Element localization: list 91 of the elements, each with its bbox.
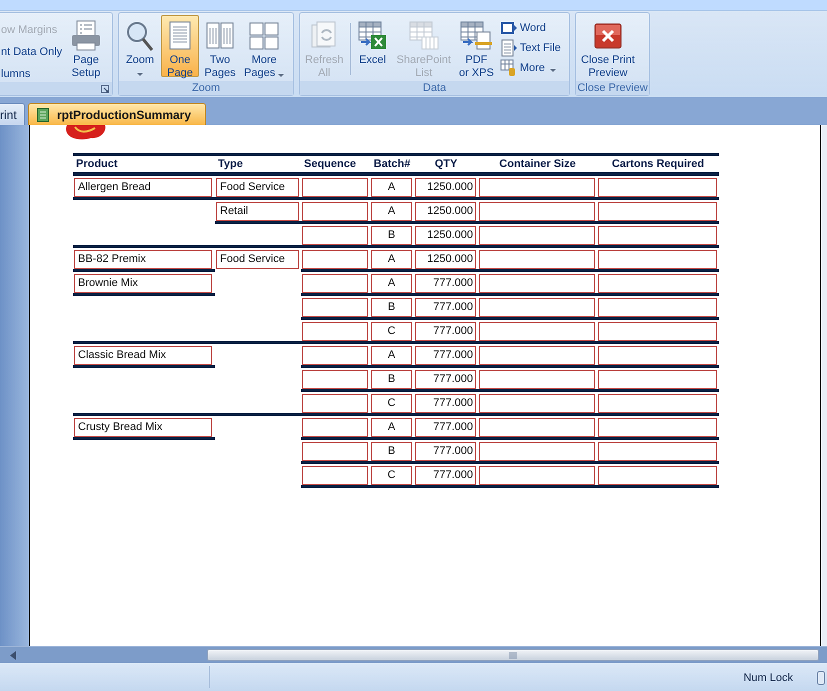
empty-cell [302,394,368,413]
table-cell: 1250.000 [415,202,476,221]
table-cell: 1250.000 [415,226,476,245]
ribbon-button[interactable]: lumns [0,66,64,82]
view-icon[interactable] [817,670,825,684]
table-cell: A [371,202,412,221]
table-cell: B [371,370,412,389]
button-icon [408,20,440,52]
empty-cell [302,202,368,221]
group-label: Zoom [192,82,220,94]
button-icon [500,20,518,36]
ribbon-button[interactable]: Two Pages [201,15,239,77]
report-icon [37,108,49,122]
ribbon-button[interactable]: PDF or XPS [456,15,497,77]
table-cell: Allergen Bread [74,178,212,197]
document-tab[interactable]: rptProductionSummary [28,103,206,125]
ribbon-button[interactable]: Text File [498,39,562,57]
empty-cell [302,178,368,197]
table-cell: 777.000 [415,274,476,293]
empty-cell [302,226,368,245]
table-cell: A [371,178,412,197]
ribbon-button[interactable]: Page Setup [66,15,106,77]
dialog-launcher-icon[interactable] [101,85,109,93]
empty-cell [302,322,368,341]
table-cell: Food Service [216,250,299,269]
table-cell: A [371,346,412,365]
table-cell: 777.000 [415,418,476,437]
button-icon [500,59,518,77]
table-cell: C [371,466,412,485]
empty-cell [302,298,368,317]
horizontal-scrollbar[interactable] [0,646,827,663]
column-header: Container Size [498,158,577,170]
caret-icon [550,68,556,72]
table-cell: 777.000 [415,346,476,365]
empty-cell [302,466,368,485]
button-icon [69,20,103,52]
ribbon-button[interactable]: More [498,59,562,77]
table-cell: Food Service [216,178,299,197]
empty-cell [302,346,368,365]
ribbon-button[interactable]: Excel [354,15,392,77]
table-cell: Brownie Mix [74,274,212,293]
empty-cell [302,274,368,293]
ribbon-button[interactable]: nt Data Only [0,44,64,60]
scroll-thumb[interactable] [207,649,819,661]
empty-cell [302,442,368,461]
column-header: Batch# [372,158,412,170]
empty-cell [302,418,368,437]
table-cell: 777.000 [415,298,476,317]
ribbon-button[interactable]: Zoom [121,15,159,77]
column-header: Product [75,158,119,170]
column-header: Cartons Required [610,158,706,170]
table-cell: C [371,322,412,341]
table-cell: BB-82 Premix [74,250,212,269]
empty-cell [302,370,368,389]
ribbon-button[interactable]: Word [498,19,562,37]
column-header: Type [217,158,244,170]
table-cell: A [371,250,412,269]
button-icon [459,20,494,52]
table-cell: B [371,442,412,461]
button-icon [500,39,518,57]
button-icon [356,20,389,52]
table-cell: 1250.000 [415,178,476,197]
table-cell: 777.000 [415,394,476,413]
table-cell: A [371,418,412,437]
table-cell: Retail [216,202,299,221]
table-cell: 777.000 [415,442,476,461]
table-cell: 777.000 [415,466,476,485]
column-header: QTY [434,158,458,170]
status-text: Num Lock [743,672,793,684]
table-cell: 1250.000 [415,250,476,269]
table-cell: B [371,298,412,317]
document-tab[interactable]: rint [0,103,25,125]
ribbon-button[interactable]: More Pages [241,15,288,77]
caret-icon [137,73,143,76]
table-cell: Crusty Bread Mix [74,418,212,437]
empty-cell [302,250,368,269]
table-cell: C [371,394,412,413]
button-icon [248,20,280,52]
table-cell: B [371,226,412,245]
ribbon-button[interactable]: Close Print Preview [578,15,638,77]
group-label: Data [422,82,446,94]
ribbon-button[interactable]: One Page [161,15,199,77]
table-cell: Classic Bread Mix [74,346,212,365]
table-cell: 777.000 [415,322,476,341]
caret-icon [278,74,284,77]
table-cell: A [371,274,412,293]
group-label: Close Preview [577,82,648,94]
scroll-left-icon[interactable] [10,650,16,660]
table-cell: 777.000 [415,370,476,389]
column-header: Sequence [303,158,357,170]
button-icon [124,20,156,52]
